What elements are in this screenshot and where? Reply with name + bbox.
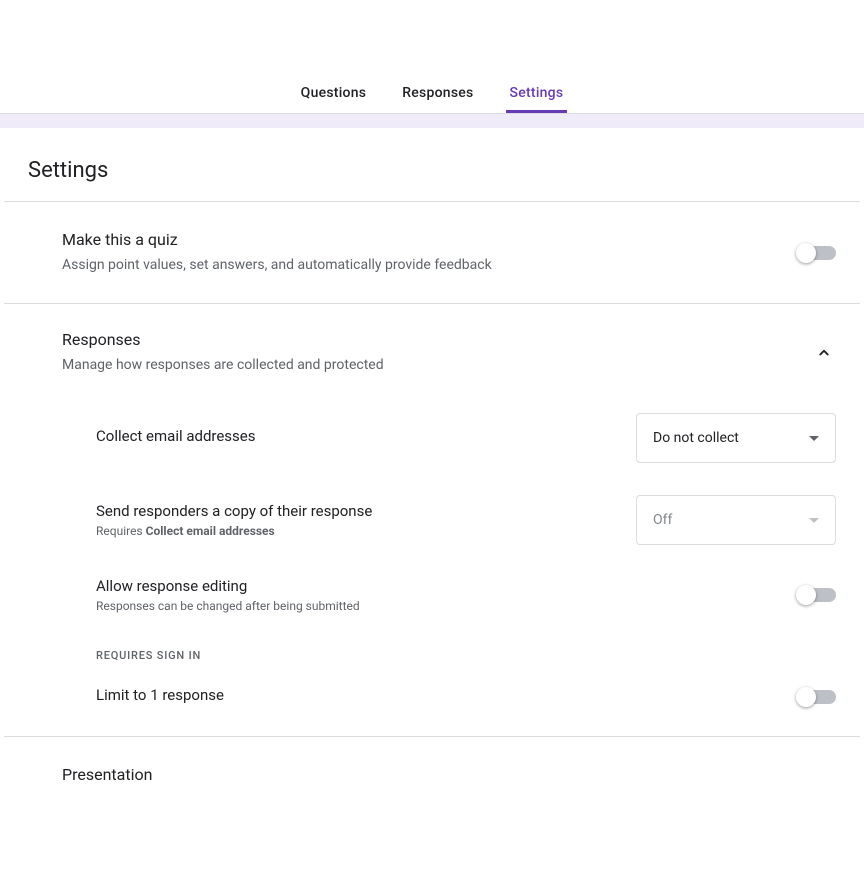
quiz-desc: Assign point values, set answers, and au… — [62, 255, 799, 275]
quiz-title: Make this a quiz — [62, 230, 799, 249]
collect-email-row: Collect email addresses Do not collect — [62, 397, 836, 479]
page-title: Settings — [4, 128, 860, 202]
responses-section-header[interactable]: Responses Manage how responses are colle… — [4, 304, 860, 397]
allow-edit-text: Allow response editing Responses can be … — [96, 577, 360, 613]
chevron-up-icon[interactable] — [812, 341, 836, 365]
settings-card: Settings Make this a quiz Assign point v… — [4, 128, 860, 784]
responses-desc: Manage how responses are collected and p… — [62, 355, 812, 375]
toggle-knob — [796, 585, 816, 605]
quiz-text: Make this a quiz Assign point values, se… — [62, 230, 799, 275]
tab-settings[interactable]: Settings — [506, 85, 568, 113]
allow-edit-title: Allow response editing — [96, 577, 360, 595]
limit-one-text: Limit to 1 response — [96, 686, 224, 708]
tab-responses[interactable]: Responses — [398, 85, 477, 113]
limit-one-row: Limit to 1 response — [62, 670, 836, 736]
send-copy-selected: Off — [653, 512, 672, 528]
send-copy-title: Send responders a copy of their response — [96, 502, 372, 520]
toggle-knob — [796, 687, 816, 707]
dropdown-arrow-icon — [809, 518, 819, 523]
quiz-toggle[interactable] — [799, 246, 836, 260]
send-copy-desc-bold: Collect email addresses — [146, 524, 275, 538]
limit-one-toggle[interactable] — [799, 690, 836, 704]
send-copy-text: Send responders a copy of their response… — [96, 502, 372, 538]
shadow-strip — [0, 114, 864, 128]
send-copy-desc: Requires Collect email addresses — [96, 524, 372, 538]
collect-email-selected: Do not collect — [653, 430, 739, 446]
responses-sub-rows: Collect email addresses Do not collect S… — [4, 397, 860, 737]
collect-email-text: Collect email addresses — [96, 427, 256, 449]
quiz-row: Make this a quiz Assign point values, se… — [4, 202, 860, 304]
limit-one-title: Limit to 1 response — [96, 686, 224, 704]
toggle-knob — [796, 243, 816, 263]
allow-edit-desc: Responses can be changed after being sub… — [96, 599, 360, 613]
tabs: Questions Responses Settings — [297, 85, 568, 113]
send-copy-desc-prefix: Requires — [96, 524, 146, 538]
send-copy-select: Off — [636, 495, 836, 545]
allow-edit-row: Allow response editing Responses can be … — [62, 561, 836, 629]
dropdown-arrow-icon — [809, 436, 819, 441]
responses-text: Responses Manage how responses are colle… — [62, 330, 812, 375]
send-copy-row: Send responders a copy of their response… — [62, 479, 836, 561]
requires-signin-header: REQUIRES SIGN IN — [62, 629, 836, 670]
tab-questions[interactable]: Questions — [297, 85, 371, 113]
collect-email-title: Collect email addresses — [96, 427, 256, 445]
allow-edit-toggle[interactable] — [799, 588, 836, 602]
collect-email-select[interactable]: Do not collect — [636, 413, 836, 463]
presentation-row[interactable]: Presentation — [4, 737, 860, 784]
presentation-title: Presentation — [62, 765, 836, 784]
responses-title: Responses — [62, 330, 812, 349]
tabs-container: Questions Responses Settings — [0, 0, 864, 114]
